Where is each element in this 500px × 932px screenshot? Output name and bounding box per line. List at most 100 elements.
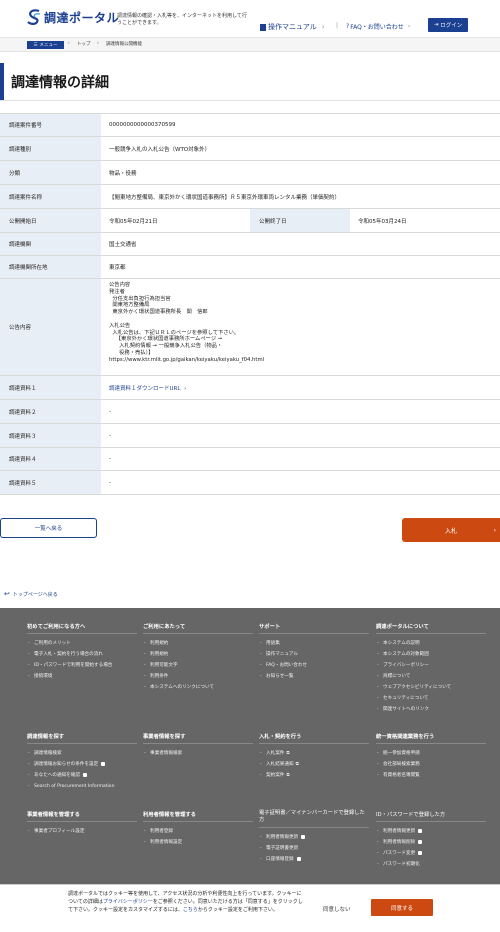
bid-button-label: 入札 <box>444 527 457 535</box>
footer-link[interactable]: FAQ・お問い合わせ <box>259 660 369 671</box>
footer-heading: ご利用にあたって <box>143 622 253 634</box>
footer-link[interactable]: ID・パスワードで利用を開始する場合 <box>27 660 137 671</box>
footer-link[interactable]: 利用者情報更新 <box>259 832 369 843</box>
table-row: 調達案件番号 0000000000000370599 <box>0 114 500 137</box>
footer-column-bidding: 入札・契約を行う 入札案件⧉ 入札結果通知⧉ 契約案件⧉ <box>259 732 369 781</box>
footer-link[interactable]: 入札案件⧉ <box>259 748 369 759</box>
footer-link[interactable]: 電子入札・契約を行う場合の流れ <box>27 649 137 660</box>
row-label: 公告内容 <box>0 279 101 375</box>
footer-link[interactable]: 契約案件⧉ <box>259 770 369 781</box>
footer-link[interactable]: セキュリティについて <box>376 693 486 704</box>
footer-link[interactable]: 利用規約 <box>143 649 253 660</box>
back-to-list-button[interactable]: 一覧へ戻る <box>0 518 97 538</box>
footer-link[interactable]: 口座情報登録 <box>259 854 369 865</box>
login-button[interactable]: ⇥ ログイン <box>428 18 468 32</box>
lock-icon <box>418 828 423 833</box>
footer-heading: ID・パスワードで登録した方 <box>376 810 486 822</box>
footer-link[interactable]: 有資格者名簿閲覧 <box>376 770 486 781</box>
footer-link[interactable]: 利用条件 <box>143 671 253 682</box>
footer-column-usage: ご利用にあたって 利用規約 利用規約 利用可能文字 利用条件 本システムへのリン… <box>143 622 253 693</box>
menu-button[interactable]: ☰ メニュー <box>27 41 64 49</box>
footer-link-label: パスワード変更 <box>383 851 416 856</box>
chevron-right-icon: › <box>493 526 496 534</box>
footer-link[interactable]: 会社部局検索業務 <box>376 759 486 770</box>
footer-link[interactable]: 用語集 <box>259 638 369 649</box>
lock-icon <box>301 834 306 839</box>
footer-link[interactable]: 利用可能文字 <box>143 660 253 671</box>
footer-heading: 初めてご利用になる方へ <box>27 622 137 634</box>
footer-column-search-procurement: 調達情報を探す 調達情報検索 調達情報お知らせの条件を設定 あなたへの通知を確認… <box>27 732 137 792</box>
privacy-policy-link[interactable]: プライバシーポリシー <box>103 899 153 905</box>
footer-link[interactable]: 入札結果通知⧉ <box>259 759 369 770</box>
footer-link[interactable]: 利用規約 <box>143 638 253 649</box>
footer-column-manage-business: 事業者情報を管理する 事業者プロフィール設定 <box>27 810 137 837</box>
site-tagline: 調達情報の確認・入札等を、インターネットを利用して行うことができます。 <box>117 13 247 26</box>
footer-link[interactable]: お知らせ一覧 <box>259 671 369 682</box>
breadcrumb-current: 調達情報公開機能 <box>106 42 142 47</box>
footer-link[interactable]: あなたへの通知を確認 <box>27 770 137 781</box>
footer-link-label: 利用者情報削除 <box>383 840 416 845</box>
table-row: 調達機関 国土交通省 <box>0 233 500 256</box>
faq-link[interactable]: ? FAQ・お問い合わせ › <box>346 22 410 31</box>
footer-link[interactable]: Search of Procurement Information <box>27 781 137 792</box>
table-row: 分類 物品・役務 <box>0 161 500 185</box>
footer-heading: 利用者情報を管理する <box>143 810 253 822</box>
hamburger-icon: ☰ <box>33 42 38 48</box>
row-label: 調達資料２ <box>0 400 101 423</box>
footer-link[interactable]: 事業者プロフィール設定 <box>27 826 137 837</box>
footer-link-label: 入札案件 <box>266 751 285 756</box>
footer-link[interactable]: 利用者情報設定 <box>143 837 253 848</box>
row-label: 調達機関所在地 <box>0 256 101 278</box>
cookie-accept-button[interactable]: 同意する <box>371 899 433 916</box>
footer-link[interactable]: 商標について <box>376 671 486 682</box>
footer-column-about: 調達ポータルについて 本システムの説明 本システムの対象範囲 プライバシーポリシ… <box>376 622 486 715</box>
footer-link[interactable]: 本システムの対象範囲 <box>376 649 486 660</box>
header-separator: | <box>336 22 339 29</box>
footer-link[interactable]: 電子証明書更新 <box>259 843 369 854</box>
footer-link[interactable]: プライバシーポリシー <box>376 660 486 671</box>
breadcrumb-separator: › <box>97 41 99 46</box>
footer-link[interactable]: パスワード初期化 <box>376 859 486 870</box>
faq-link-label: FAQ・お問い合わせ <box>350 24 404 31</box>
manual-link[interactable]: 操作マニュアル › <box>260 22 325 32</box>
login-button-label: ログイン <box>440 23 463 29</box>
cookie-settings-link[interactable]: こちら <box>183 907 198 913</box>
external-link-icon: ⧉ <box>286 751 290 756</box>
footer-link[interactable]: 接続環境 <box>27 671 137 682</box>
book-icon <box>260 23 266 31</box>
footer-heading: 統一資格関連業務を行う <box>376 732 486 744</box>
footer-link[interactable]: ご利用のメリット <box>27 641 71 646</box>
footer-link[interactable]: ウェブアクセシビリティについて <box>376 682 486 693</box>
breadcrumb-top[interactable]: トップ <box>77 41 91 47</box>
footer-link[interactable]: 利用者情報削除 <box>376 837 486 848</box>
bid-button[interactable]: 入札 › <box>402 518 500 542</box>
lock-icon <box>418 850 423 855</box>
document1-download-link[interactable]: 調達資料１ダウンロードURL › <box>109 384 186 392</box>
logo-mark-icon <box>27 8 42 26</box>
footer-link[interactable]: 本システムへのリンクについて <box>143 682 253 693</box>
row-label: 調達種別 <box>0 137 101 160</box>
cookie-decline-button[interactable]: 同意しない <box>323 905 351 913</box>
footer-link[interactable]: 調達情報検索 <box>27 748 137 759</box>
row-label: 調達資料１ <box>0 376 101 399</box>
row-label: 公開終了日 <box>250 209 350 232</box>
lock-icon <box>296 856 301 861</box>
manual-link-label: 操作マニュアル <box>268 23 317 31</box>
footer-link[interactable]: 調達情報お知らせの条件を設定 <box>27 759 137 770</box>
footer-link[interactable]: パスワード変更 <box>376 848 486 859</box>
back-to-top-link[interactable]: ↩ トップページへ戻る <box>4 590 58 598</box>
chevron-right-icon: › <box>184 385 187 392</box>
footer-link[interactable]: 利用者登録 <box>143 826 253 837</box>
footer-link[interactable]: 操作マニュアル <box>259 649 369 660</box>
footer-link[interactable]: 利用者情報更新 <box>376 826 486 837</box>
footer-link[interactable]: 統一参加資格申請 <box>376 748 486 759</box>
footer-link[interactable]: 関連サイトへのリンク <box>376 704 486 715</box>
footer-heading: 事業者情報を探す <box>143 732 253 744</box>
org-value: 国土交通省 <box>109 242 137 248</box>
footer-link[interactable]: 本システムの説明 <box>376 638 486 649</box>
footer-link[interactable]: 事業者情報検索 <box>143 748 253 759</box>
case-number-value: 0000000000000370599 <box>109 122 176 128</box>
table-row: 公開開始日 令和05年02月21日 公開終了日 令和05年03月24日 <box>0 209 500 233</box>
site-logo[interactable]: 調達ポータル <box>27 8 119 26</box>
footer-heading: 事業者情報を管理する <box>27 810 137 822</box>
